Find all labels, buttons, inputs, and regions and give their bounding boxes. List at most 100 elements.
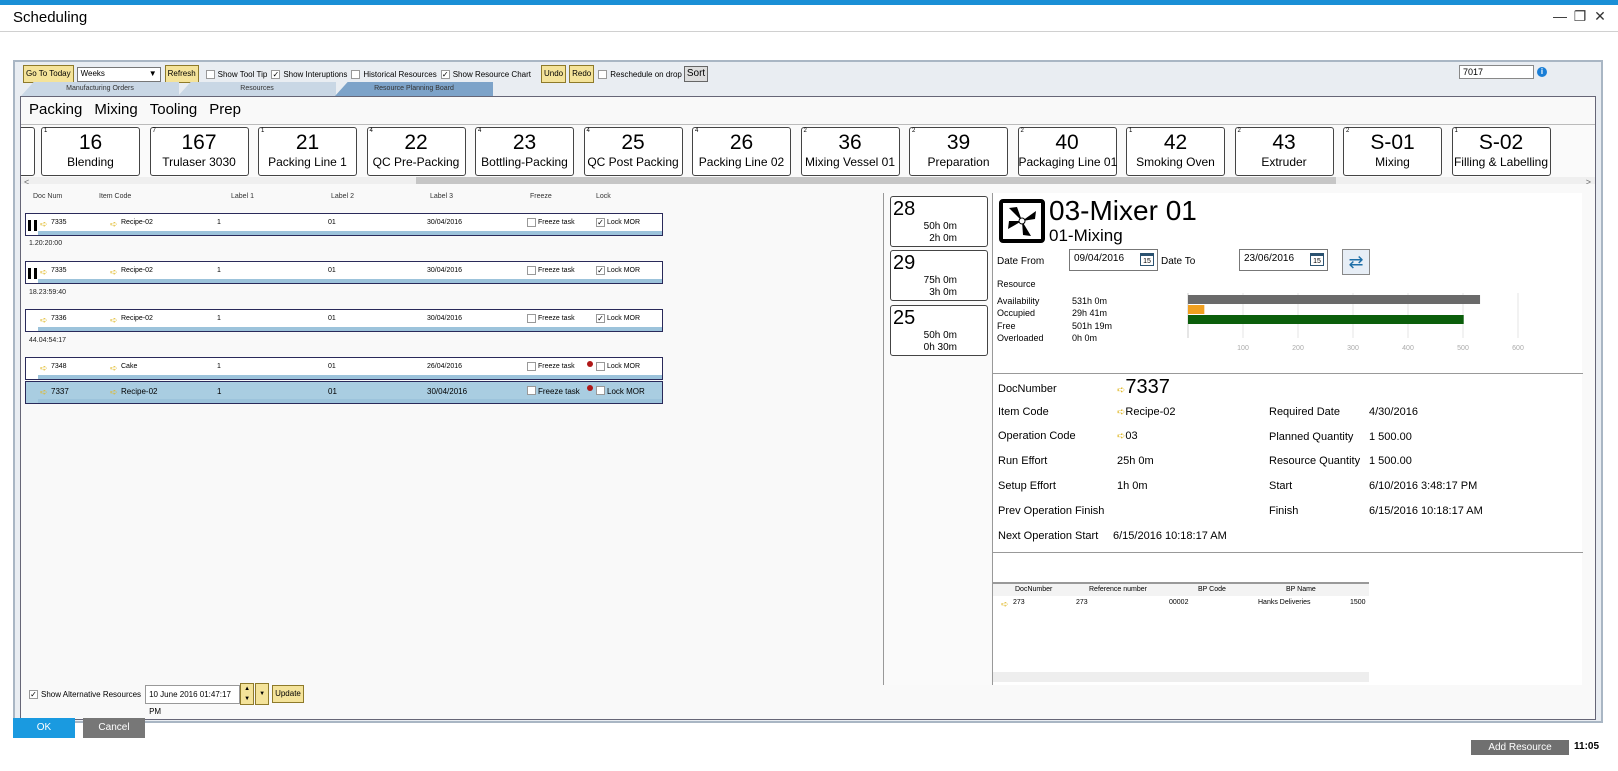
resource-card[interactable]: 2 40 Packaging Line 01 bbox=[1017, 127, 1117, 176]
resource-card[interactable]: 1 21 Packing Line 1 bbox=[258, 127, 357, 176]
resource-card[interactable]: 4 22 QC Pre-Packing bbox=[366, 127, 466, 176]
horizontal-scrollbar[interactable]: < > bbox=[21, 177, 1595, 184]
minimize-button[interactable]: — bbox=[1550, 8, 1570, 24]
datetime-dropdown-icon[interactable]: ▼ bbox=[255, 683, 270, 705]
show-interruptions-checkbox[interactable]: ✓ bbox=[271, 69, 281, 79]
freeze-checkbox[interactable] bbox=[527, 314, 536, 323]
row-doc-num[interactable]: 7335 bbox=[51, 267, 67, 274]
group-packing[interactable]: Packing bbox=[29, 101, 82, 118]
operation-row[interactable]: ➪ 7337 ➪ Recipe-02 1 01 30/04/2016 Freez… bbox=[25, 381, 663, 404]
lock-checkbox[interactable]: ✓ bbox=[596, 314, 605, 323]
date-from-label: Date From bbox=[997, 256, 1045, 267]
linked-documents-table: DocNumber Reference number BP Code BP Na… bbox=[993, 582, 1369, 682]
resource-card-partial[interactable] bbox=[21, 127, 35, 176]
capacity-card[interactable]: 28 50h 0m 2h 0m bbox=[890, 196, 988, 247]
field-value[interactable]: ➪03 bbox=[1117, 430, 1138, 442]
resource-card[interactable]: 7 167 Trulaser 3030 bbox=[149, 127, 249, 176]
group-prep[interactable]: Prep bbox=[209, 101, 241, 118]
add-resource-button[interactable]: Add Resource bbox=[1471, 740, 1569, 755]
group-mixing[interactable]: Mixing bbox=[94, 101, 137, 118]
swap-refresh-icon[interactable]: ⇄ bbox=[1342, 249, 1370, 275]
calendar-icon[interactable]: 15 bbox=[1140, 253, 1154, 266]
update-button[interactable]: Update bbox=[272, 685, 304, 703]
show-resource-chart-checkbox[interactable]: ✓ bbox=[440, 69, 450, 79]
lock-checkbox[interactable]: ✓ bbox=[596, 266, 605, 275]
subtable-cell: 273 bbox=[1076, 599, 1088, 606]
scroll-left-icon[interactable]: < bbox=[24, 177, 29, 184]
resource-card-name: Smoking Oven bbox=[1136, 155, 1215, 169]
refresh-button[interactable]: Refresh bbox=[164, 65, 199, 83]
doc-number-value[interactable]: ➪7337 bbox=[1117, 376, 1170, 399]
resource-card[interactable]: 2 39 Preparation bbox=[909, 127, 1008, 176]
row-label-1[interactable]: 1 bbox=[217, 315, 221, 322]
field-value[interactable]: ➪Recipe-02 bbox=[1117, 406, 1176, 418]
reschedule-on-drop-checkbox[interactable] bbox=[598, 69, 608, 79]
undo-button[interactable]: Undo bbox=[540, 65, 567, 83]
date-to-field[interactable]: 23/06/2016 15 bbox=[1239, 249, 1328, 271]
lock-checkbox[interactable] bbox=[596, 386, 605, 395]
group-tooling[interactable]: Tooling bbox=[150, 101, 198, 118]
scroll-right-icon[interactable]: > bbox=[1586, 177, 1591, 184]
resource-card[interactable]: 4 25 QC Post Packing bbox=[583, 127, 683, 176]
operation-row[interactable]: ➪ 7348 ➪ Cake 1 01 26/04/2016 Freeze tas… bbox=[25, 357, 663, 380]
scrollbar-thumb[interactable] bbox=[416, 177, 1336, 184]
row-doc-num[interactable]: 7348 bbox=[51, 363, 67, 370]
period-select[interactable]: Weeks ▼ bbox=[76, 66, 161, 82]
row-label-1[interactable]: 1 bbox=[217, 267, 221, 274]
resource-card[interactable]: 4 23 Bottling-Packing bbox=[475, 127, 574, 176]
historical-resources-checkbox[interactable] bbox=[351, 69, 361, 79]
lock-checkbox[interactable]: ✓ bbox=[596, 218, 605, 227]
calendar-icon[interactable]: 15 bbox=[1310, 253, 1324, 266]
freeze-checkbox[interactable] bbox=[527, 386, 536, 395]
row-item-code[interactable]: Recipe-02 bbox=[121, 387, 157, 396]
row-doc-num[interactable]: 7336 bbox=[51, 315, 67, 322]
redo-button[interactable]: Redo bbox=[569, 65, 595, 83]
go-to-today-button[interactable]: Go To Today bbox=[23, 65, 74, 83]
freeze-checkbox[interactable] bbox=[527, 266, 536, 275]
resource-card[interactable]: 1 16 Blending bbox=[41, 127, 140, 176]
show-alternative-resources-checkbox[interactable]: ✓ bbox=[29, 689, 38, 699]
close-button[interactable]: ✕ bbox=[1590, 8, 1610, 25]
info-icon[interactable]: i bbox=[1537, 67, 1547, 77]
row-doc-num[interactable]: 7335 bbox=[51, 219, 67, 226]
resource-card[interactable]: 2 S-01 Mixing bbox=[1343, 127, 1442, 176]
row-label-1[interactable]: 1 bbox=[217, 387, 221, 396]
capacity-card[interactable]: 29 75h 0m 3h 0m bbox=[890, 250, 988, 301]
row-item-code[interactable]: Cake bbox=[121, 363, 137, 370]
freeze-checkbox[interactable] bbox=[527, 362, 536, 371]
row-item-code[interactable]: Recipe-02 bbox=[121, 267, 153, 274]
subtable-scrollbar[interactable] bbox=[993, 672, 1369, 682]
resource-card[interactable]: 1 42 Smoking Oven bbox=[1126, 127, 1225, 176]
tab-resource-planning-board[interactable]: Resource Planning Board bbox=[335, 82, 493, 96]
datetime-spinner[interactable]: ▲ ▼ bbox=[240, 683, 255, 705]
reschedule-on-drop-label: Reschedule on drop bbox=[610, 69, 682, 79]
show-tool-tip-checkbox[interactable] bbox=[205, 69, 215, 79]
resource-card[interactable]: 4 26 Packing Line 02 bbox=[692, 127, 791, 176]
tab-resources[interactable]: Resources bbox=[178, 82, 336, 96]
resource-card[interactable]: 1 S-02 Filling & Labelling bbox=[1451, 127, 1551, 176]
resource-card-name: Bottling-Packing bbox=[481, 155, 568, 169]
subtable-row[interactable]: ➪ 273 273 00002 Hanks Deliveries 1500 bbox=[993, 599, 1369, 611]
operation-row[interactable]: ➪ 7335 ➪ Recipe-02 1 01 30/04/2016 Freez… bbox=[25, 213, 663, 236]
resource-card[interactable]: 2 43 Extruder bbox=[1234, 127, 1334, 176]
row-item-code[interactable]: Recipe-02 bbox=[121, 315, 153, 322]
operation-row[interactable]: ➪ 7336 ➪ Recipe-02 1 01 30/04/2016 Freez… bbox=[25, 309, 663, 332]
date-from-field[interactable]: 09/04/2016 15 bbox=[1069, 249, 1158, 271]
datetime-field[interactable]: 10 June 2016 01:47:17 PM bbox=[145, 684, 241, 716]
row-item-code[interactable]: Recipe-02 bbox=[121, 219, 153, 226]
row-label-1[interactable]: 1 bbox=[217, 219, 221, 226]
restore-button[interactable]: ❐ bbox=[1570, 8, 1590, 25]
header-freeze: Freeze bbox=[530, 193, 552, 200]
lock-checkbox[interactable] bbox=[596, 362, 605, 371]
tab-manufacturing-orders[interactable]: Manufacturing Orders bbox=[21, 82, 179, 96]
operation-row[interactable]: ➪ 7335 ➪ Recipe-02 1 01 30/04/2016 Freez… bbox=[25, 261, 663, 284]
row-doc-num[interactable]: 7337 bbox=[51, 387, 69, 396]
id-field[interactable]: 7017 bbox=[1459, 65, 1534, 79]
ok-button[interactable]: OK bbox=[13, 718, 75, 738]
row-label-1[interactable]: 1 bbox=[217, 363, 221, 370]
cancel-button[interactable]: Cancel bbox=[83, 718, 145, 738]
sort-button[interactable]: Sort bbox=[683, 66, 709, 82]
resource-card[interactable]: 2 36 Mixing Vessel 01 bbox=[800, 127, 900, 176]
capacity-card[interactable]: 25 50h 0m 0h 30m bbox=[890, 305, 988, 356]
freeze-checkbox[interactable] bbox=[527, 218, 536, 227]
